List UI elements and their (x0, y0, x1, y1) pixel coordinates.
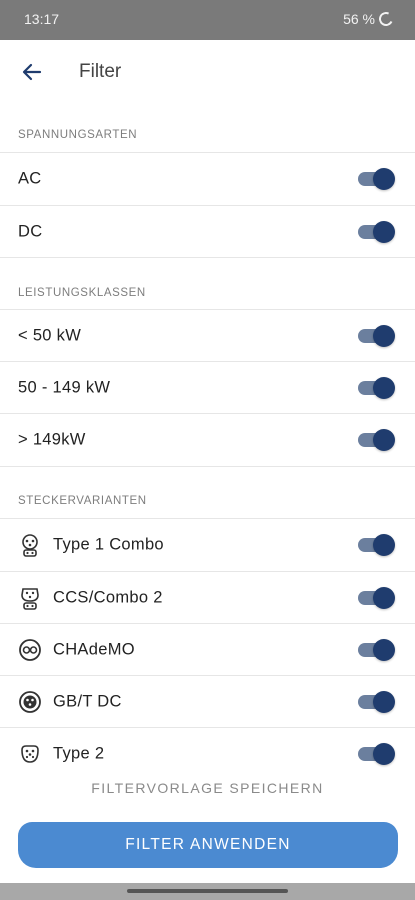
battery-icon (377, 10, 395, 28)
battery-indicator: 56 % (343, 10, 395, 28)
filter-row-gbt-dc[interactable]: GB/T DC (0, 676, 415, 728)
toggle-gbt-dc[interactable] (358, 691, 395, 713)
filter-label: > 149kW (18, 430, 86, 449)
type1-combo-plug-icon (22, 534, 38, 557)
filter-label: CHAdeMO (53, 640, 135, 659)
filter-label: DC (18, 222, 43, 241)
filter-row-type1-combo[interactable]: Type 1 Combo (0, 519, 415, 571)
filter-label: CCS/Combo 2 (53, 588, 163, 607)
apply-filter-button[interactable]: FILTER ANWENDEN (18, 822, 398, 868)
toggle-chademo[interactable] (358, 639, 395, 661)
toggle-dc[interactable] (358, 221, 395, 243)
filter-label: AC (18, 169, 42, 188)
system-nav-bar (0, 883, 415, 900)
filter-label: 50 - 149 kW (18, 378, 111, 397)
gbt-dc-plug-icon (19, 691, 41, 713)
divider (0, 257, 415, 258)
toggle-over-149kw[interactable] (358, 429, 395, 451)
page-title: Filter (79, 61, 122, 82)
filter-row-ccs-combo2[interactable]: CCS/Combo 2 (0, 572, 415, 624)
toggle-type1-combo[interactable] (358, 534, 395, 556)
toggle-ccs-combo2[interactable] (358, 587, 395, 609)
section-header-voltage: SPANNUNGSARTEN (18, 129, 138, 141)
gesture-handle[interactable] (127, 889, 288, 893)
filter-row-chademo[interactable]: CHAdeMO (0, 624, 415, 676)
section-header-plugs: STECKERVARIANTEN (18, 495, 147, 507)
battery-percent: 56 % (343, 11, 375, 27)
arrow-left-icon (22, 63, 42, 81)
back-button[interactable] (16, 56, 48, 88)
filter-label: Type 1 Combo (53, 535, 164, 554)
toggle-50-149kw[interactable] (358, 377, 395, 399)
chademo-plug-icon (19, 639, 41, 661)
save-filter-template-button[interactable]: FILTERVORLAGE SPEICHERN (0, 780, 415, 796)
filter-row-dc[interactable]: DC (0, 206, 415, 258)
ccs-combo2-plug-icon (21, 588, 39, 610)
type2-plug-icon (21, 745, 39, 763)
app-bar: Filter (0, 40, 415, 104)
status-bar: 13:17 56 % (0, 0, 415, 40)
toggle-under-50kw[interactable] (358, 325, 395, 347)
filter-label: Type 2 (53, 744, 105, 763)
toggle-ac[interactable] (358, 168, 395, 190)
filter-row-over-149kw[interactable]: > 149kW (0, 414, 415, 466)
filter-row-50-149kw[interactable]: 50 - 149 kW (0, 362, 415, 414)
filter-row-ac[interactable]: AC (0, 153, 415, 205)
filter-label: < 50 kW (18, 326, 82, 345)
section-header-power: LEISTUNGSKLASSEN (18, 287, 146, 299)
status-time: 13:17 (24, 11, 60, 27)
filter-row-under-50kw[interactable]: < 50 kW (0, 310, 415, 362)
filter-row-type2[interactable]: Type 2 (0, 728, 415, 780)
divider (0, 466, 415, 467)
toggle-type2[interactable] (358, 743, 395, 765)
filter-label: GB/T DC (53, 692, 122, 711)
